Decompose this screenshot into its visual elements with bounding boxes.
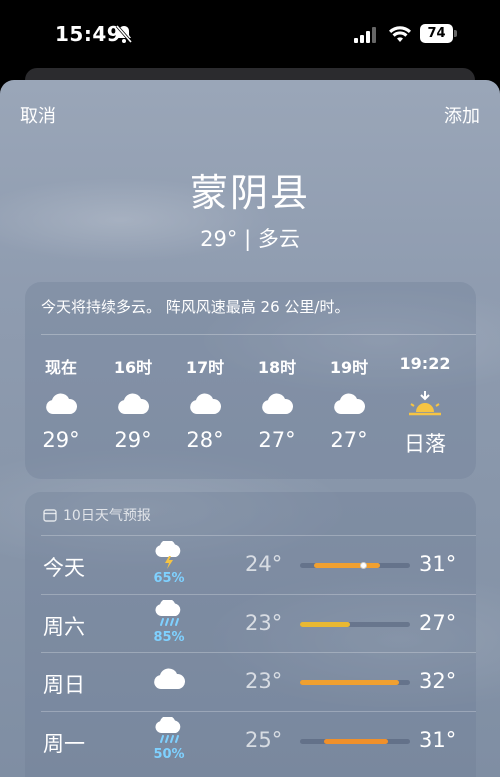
hourly-summary: 今天将持续多云。 阵风风速最高 26 公里/时。 bbox=[41, 298, 350, 316]
temperature-range-bar bbox=[300, 738, 410, 744]
day-forecast-row[interactable]: 周一 50% 25° 31° bbox=[41, 710, 476, 769]
divider bbox=[41, 334, 476, 335]
divider bbox=[41, 652, 476, 653]
rain-icon bbox=[153, 715, 185, 749]
hour-label: 18时 bbox=[257, 358, 297, 377]
temperature-range-fill bbox=[314, 563, 381, 568]
battery-indicator: 74 bbox=[420, 24, 457, 43]
ten-day-title: 10日天气预报 bbox=[63, 508, 151, 524]
thunderstorm-icon bbox=[153, 539, 185, 573]
low-temperature: 25° bbox=[245, 727, 283, 752]
day-name: 周六 bbox=[43, 614, 85, 639]
cellular-signal-icon bbox=[354, 27, 376, 43]
temperature-range-fill bbox=[300, 680, 399, 685]
hourly-item: 19:22 日落 bbox=[389, 354, 461, 458]
ten-day-forecast-card[interactable]: 10日天气预报 今天 65% 24° 31° 周六 85% 23° 27° 周日 23° 32° 周一… bbox=[25, 492, 476, 777]
cloud-icon bbox=[241, 385, 313, 423]
low-temperature: 23° bbox=[245, 610, 283, 635]
wifi-icon bbox=[389, 26, 411, 42]
low-temperature: 24° bbox=[245, 552, 283, 576]
status-bar: 15:49 74 bbox=[0, 0, 500, 68]
hourly-item: 18时 27° bbox=[241, 354, 313, 452]
temperature-range-fill bbox=[300, 621, 350, 627]
calendar-icon bbox=[43, 509, 57, 522]
add-button[interactable]: 添加 bbox=[444, 102, 480, 128]
hour-label: 现在 bbox=[44, 358, 77, 377]
temperature-range-bar bbox=[300, 621, 410, 627]
hour-label: 17时 bbox=[185, 358, 225, 377]
hourly-item: 17时 28° bbox=[169, 354, 241, 452]
day-forecast-row[interactable]: 周六 85% 23° 27° bbox=[41, 593, 476, 652]
hour-temperature: 29° bbox=[114, 428, 152, 452]
hour-temperature: 27° bbox=[258, 428, 296, 452]
day-name: 周日 bbox=[43, 673, 85, 697]
temperature-range-bar bbox=[300, 562, 410, 569]
divider bbox=[41, 710, 476, 712]
day-name: 今天 bbox=[43, 556, 85, 580]
high-temperature: 27° bbox=[419, 610, 457, 635]
hour-temperature: 29° bbox=[42, 428, 80, 452]
low-temperature: 23° bbox=[245, 669, 283, 693]
ten-day-header: 10日天气预报 bbox=[43, 505, 151, 525]
rain-icon bbox=[153, 598, 185, 632]
cloud-icon bbox=[313, 385, 385, 423]
hour-label: 19:22 bbox=[399, 354, 451, 373]
hour-label: 19时 bbox=[329, 358, 369, 377]
day-forecast-row[interactable]: 今天 65% 24° 31° bbox=[41, 535, 476, 593]
hourly-item: 19时 27° bbox=[313, 354, 385, 452]
day-forecast-row[interactable]: 周日 23° 32° bbox=[41, 652, 476, 710]
high-temperature: 32° bbox=[419, 669, 457, 693]
status-time: 15:49 bbox=[55, 22, 122, 46]
cloud-icon bbox=[153, 668, 186, 694]
precipitation-chance: 85% bbox=[153, 629, 185, 645]
hourly-item: 16时 29° bbox=[97, 354, 169, 452]
sunset-icon bbox=[389, 385, 461, 423]
high-temperature: 31° bbox=[419, 727, 457, 752]
cancel-button[interactable]: 取消 bbox=[20, 102, 56, 128]
hour-label: 16时 bbox=[113, 358, 153, 377]
hour-temperature: 日落 bbox=[404, 432, 446, 456]
weather-preview-sheet: 取消 添加 蒙阴县 29° | 多云 今天将持续多云。 阵风风速最高 26 公里… bbox=[0, 80, 500, 777]
current-conditions: 29° | 多云 bbox=[200, 227, 300, 251]
temperature-range-bar bbox=[300, 680, 410, 685]
day-name: 周一 bbox=[43, 731, 85, 756]
hourly-forecast-card[interactable]: 今天将持续多云。 阵风风速最高 26 公里/时。 现在 29° 16时 29° 17时 2… bbox=[25, 282, 476, 479]
city-name: 蒙阴县 bbox=[189, 171, 310, 215]
cloud-icon bbox=[169, 385, 241, 423]
hour-temperature: 28° bbox=[186, 428, 224, 452]
cloud-icon bbox=[25, 385, 97, 423]
temperature-range-fill bbox=[324, 738, 388, 744]
precipitation-chance: 65% bbox=[153, 571, 185, 586]
precipitation-chance: 50% bbox=[153, 746, 185, 762]
hour-temperature: 27° bbox=[330, 428, 368, 452]
high-temperature: 31° bbox=[419, 552, 457, 576]
hourly-item: 现在 29° bbox=[25, 354, 97, 452]
cloud-icon bbox=[97, 385, 169, 423]
bell-slash-icon bbox=[115, 25, 133, 43]
divider bbox=[41, 593, 476, 595]
battery-level: 74 bbox=[427, 26, 446, 41]
divider bbox=[41, 535, 476, 536]
